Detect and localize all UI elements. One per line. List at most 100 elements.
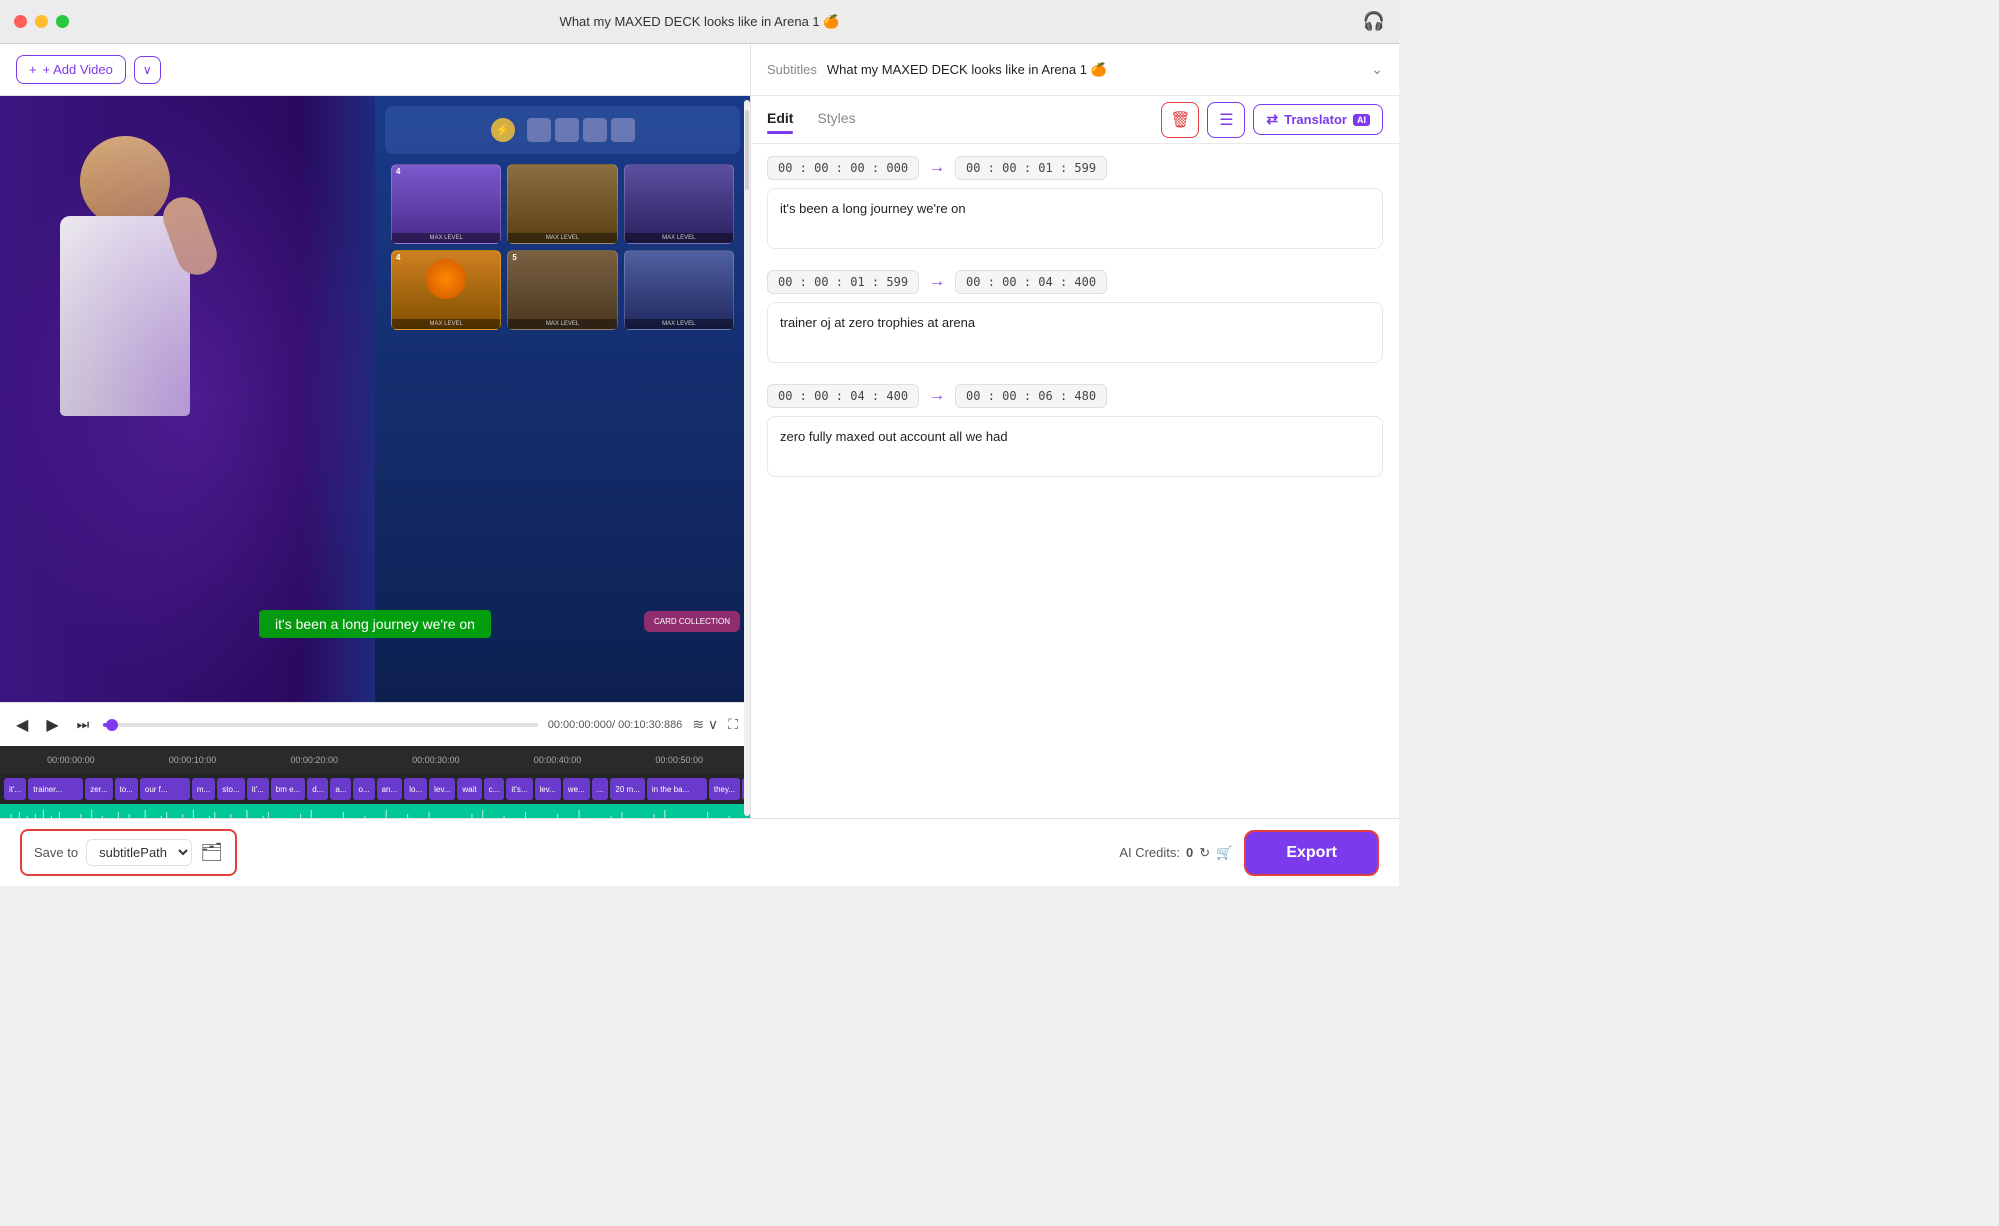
subtitle-text-0[interactable]: [767, 188, 1383, 249]
refresh-icon-bottom[interactable]: ↻: [1199, 845, 1210, 861]
video-area: ⚡ 4 MAX LEVEL MAX LEVEL MA: [0, 96, 750, 702]
plus-icon: +: [29, 62, 37, 77]
ruler-tick-0: 00:00:00:00: [10, 755, 132, 765]
ai-badge: AI: [1353, 114, 1370, 126]
window-title: What my MAXED DECK looks like in Arena 1…: [560, 14, 840, 30]
translator-button[interactable]: ⇄ Translator AI: [1253, 104, 1383, 135]
tabs-bar: Edit Styles 🗑 ☰ ⇄ Translator AI: [751, 96, 1399, 144]
add-video-dropdown[interactable]: ∨: [134, 56, 161, 84]
subtitle-dropdown-arrow[interactable]: ⌄: [1371, 61, 1383, 78]
subtitle-chip[interactable]: bm e...: [271, 778, 305, 800]
subtitle-text: it's been a long journey we're on: [275, 616, 475, 632]
fullscreen-button[interactable]: ⛶: [728, 716, 738, 733]
subtitle-chip[interactable]: an...: [377, 778, 403, 800]
titlebar: What my MAXED DECK looks like in Arena 1…: [0, 0, 1399, 44]
time-display: 00:00:00:000/ 00:10:30:886: [548, 719, 683, 731]
list-icon: ☰: [1219, 110, 1233, 130]
app-bottom-bar: Save to subtitlePath 🗂 AI Credits: 0 ↻ 🛒…: [0, 818, 1399, 886]
subtitle-chip[interactable]: lo...: [404, 778, 427, 800]
add-video-button[interactable]: + + Add Video: [16, 55, 126, 84]
subtitle-title: What my MAXED DECK looks like in Arena 1…: [827, 62, 1361, 78]
subtitle-entry-1: 00 : 00 : 01 : 599 → 00 : 00 : 04 : 400: [767, 270, 1383, 368]
ai-credits-label-bottom: AI Credits:: [1119, 845, 1180, 860]
subtitle-chip[interactable]: to...: [115, 778, 138, 800]
subtitle-chip[interactable]: m...: [192, 778, 215, 800]
rewind-button[interactable]: ◀: [12, 713, 32, 737]
time-range-0: 00 : 00 : 00 : 000 → 00 : 00 : 01 : 599: [767, 156, 1383, 180]
subtitle-chip[interactable]: wait: [457, 778, 481, 800]
cart-icon-bottom[interactable]: 🛒: [1216, 845, 1232, 861]
add-video-label: + Add Video: [43, 62, 113, 77]
subtitle-chip[interactable]: 20 m...: [610, 778, 644, 800]
end-time-1[interactable]: 00 : 00 : 04 : 400: [955, 270, 1107, 294]
save-to-section: Save to subtitlePath 🗂: [20, 829, 237, 876]
toolbar: + + Add Video ∨: [0, 44, 750, 96]
ruler-tick-4: 00:00:40:00: [497, 755, 619, 765]
minimize-button[interactable]: [35, 15, 48, 28]
subtitle-chip[interactable]: it'...: [247, 778, 269, 800]
video-controls: ◀ ▶ ⏭ 00:00:00:000/ 00:10:30:886 ≋ ∨ ⛶: [0, 702, 750, 746]
ruler-tick-3: 00:00:30:00: [375, 755, 497, 765]
folder-icon: 🗂: [200, 842, 223, 862]
save-label: Save to: [34, 845, 78, 860]
subtitle-track: it'... trainer... zer... to... our f... …: [0, 774, 750, 804]
ruler-tick-5: 00:00:50:00: [618, 755, 740, 765]
ruler-tick-1: 00:00:10:00: [132, 755, 254, 765]
arrow-icon-1: →: [929, 273, 945, 291]
subtitle-chip[interactable]: in the ba...: [647, 778, 707, 800]
subtitle-chip[interactable]: sto...: [217, 778, 244, 800]
subtitle-chip[interactable]: a...: [330, 778, 351, 800]
subtitle-chip[interactable]: they...: [709, 778, 740, 800]
start-time-1[interactable]: 00 : 00 : 01 : 599: [767, 270, 919, 294]
start-time-2[interactable]: 00 : 00 : 04 : 400: [767, 384, 919, 408]
subtitle-chip[interactable]: lev...: [535, 778, 561, 800]
subtitle-chip[interactable]: our f...: [140, 778, 190, 800]
end-time-0[interactable]: 00 : 00 : 01 : 599: [955, 156, 1107, 180]
subtitle-chip[interactable]: d...: [307, 778, 328, 800]
subtitle-entry-0: 00 : 00 : 00 : 000 → 00 : 00 : 01 : 599: [767, 156, 1383, 254]
traffic-lights: [14, 15, 69, 28]
path-select[interactable]: subtitlePath: [86, 839, 192, 866]
export-button[interactable]: Export: [1244, 830, 1379, 876]
subtitle-chip[interactable]: it's...: [506, 778, 532, 800]
translator-label: Translator: [1284, 112, 1347, 127]
left-panel: + + Add Video ∨: [0, 44, 750, 886]
translator-icon: ⇄: [1266, 111, 1278, 128]
subtitle-chip[interactable]: zer...: [85, 778, 112, 800]
subtitle-chip[interactable]: c...: [484, 778, 505, 800]
time-range-1: 00 : 00 : 01 : 599 → 00 : 00 : 04 : 400: [767, 270, 1383, 294]
subtitle-text-1[interactable]: [767, 302, 1383, 363]
headphone-icon: 🎧: [1363, 11, 1385, 32]
subtitle-chip[interactable]: ...: [592, 778, 609, 800]
progress-thumb: [106, 719, 118, 731]
waveform-button[interactable]: ≋ ∨: [692, 716, 718, 733]
list-button[interactable]: ☰: [1207, 102, 1245, 138]
subtitles-list: 00 : 00 : 00 : 000 → 00 : 00 : 01 : 599 …: [751, 144, 1399, 826]
right-panel: Subtitles What my MAXED DECK looks like …: [750, 44, 1399, 886]
maximize-button[interactable]: [56, 15, 69, 28]
close-button[interactable]: [14, 15, 27, 28]
tab-styles[interactable]: Styles: [817, 110, 855, 130]
play-button[interactable]: ▶: [42, 713, 62, 737]
tabs-actions: 🗑 ☰ ⇄ Translator AI: [1161, 102, 1383, 138]
export-section: AI Credits: 0 ↻ 🛒 Export: [1119, 830, 1379, 876]
subtitle-text-2[interactable]: [767, 416, 1383, 477]
arrow-icon-0: →: [929, 159, 945, 177]
timeline-ruler: 00:00:00:00 00:00:10:00 00:00:20:00 00:0…: [0, 746, 750, 774]
ruler-tick-2: 00:00:20:00: [253, 755, 375, 765]
ai-credits-value-bottom: 0: [1186, 845, 1193, 860]
subtitle-chip[interactable]: lev...: [429, 778, 455, 800]
tab-edit[interactable]: Edit: [767, 110, 793, 130]
delete-button[interactable]: 🗑: [1161, 102, 1199, 138]
subtitle-chip[interactable]: it'...: [4, 778, 26, 800]
subtitles-label: Subtitles: [767, 62, 817, 77]
time-range-2: 00 : 00 : 04 : 400 → 00 : 00 : 06 : 480: [767, 384, 1383, 408]
step-forward-button[interactable]: ⏭: [73, 714, 94, 735]
subtitle-chip[interactable]: we...: [563, 778, 590, 800]
start-time-0[interactable]: 00 : 00 : 00 : 000: [767, 156, 919, 180]
progress-bar[interactable]: [103, 723, 538, 727]
folder-button[interactable]: 🗂: [200, 842, 223, 863]
end-time-2[interactable]: 00 : 00 : 06 : 480: [955, 384, 1107, 408]
subtitle-chip[interactable]: o...: [353, 778, 374, 800]
subtitle-chip[interactable]: trainer...: [28, 778, 83, 800]
